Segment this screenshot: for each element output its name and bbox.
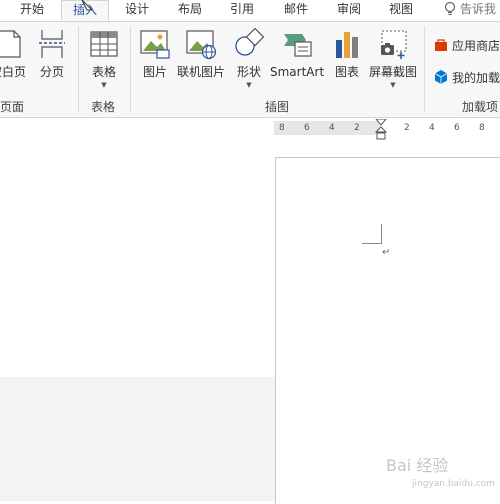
shapes-button[interactable]: 形状 ▼ [231,28,267,89]
online-picture-button[interactable]: 联机图片 [176,28,226,79]
blank-page-icon [0,30,21,58]
tab-references[interactable]: 引用 [220,0,264,21]
ruler-number: 4 [429,123,435,133]
document-gray-region [0,377,275,501]
table-label: 表格 [91,65,116,79]
smartart-icon [284,34,312,57]
smartart-label: SmartArt [270,65,325,79]
group-separator [424,26,425,112]
page-break-icon [39,30,65,58]
screenshot-icon [381,30,407,59]
tab-view[interactable]: 视图 [379,0,423,21]
picture-label: 图片 [142,65,167,79]
chart-label: 图表 [334,65,359,79]
mouse-cursor-icon [81,0,94,11]
shapes-icon [235,28,265,56]
screenshot-dropdown-icon: ▼ [390,81,396,89]
illustrations-group-label: 插图 [265,100,290,114]
picture-button[interactable]: 图片 [138,28,172,79]
store-button[interactable]: 应用商店 [433,37,500,54]
my-addins-icon [434,70,448,84]
chart-icon [336,32,358,58]
ruler-number: 8 [479,123,485,133]
shapes-label: 形状 [236,65,261,79]
margin-corner-mark [362,224,382,244]
my-addins-label: 我的加载 [452,71,500,85]
addins-group-label: 加载项 [462,100,499,114]
blank-page-label: 空白页 [0,65,26,79]
screenshot-button[interactable]: 屏幕截图 ▼ [368,28,418,89]
tell-me-box[interactable]: 告诉我 [443,0,496,21]
tab-review[interactable]: 审阅 [327,0,371,21]
ruler-number: 2 [354,123,360,133]
my-addins-button[interactable]: 我的加载 [433,69,500,86]
tab-mailings[interactable]: 邮件 [274,0,318,21]
page-break-label: 分页 [39,65,64,79]
store-label: 应用商店 [452,39,500,53]
ruler-number: 2 [404,123,410,133]
ruler-number: 6 [304,123,310,133]
ruler-number: 6 [454,123,460,133]
ruler-number: 8 [279,123,285,133]
table-dropdown-icon: ▼ [101,81,107,89]
blank-page-button[interactable]: 空白页 [0,28,30,79]
group-separator [78,26,79,112]
table-button[interactable]: 表格 ▼ [86,28,122,89]
table-icon [90,31,118,57]
pages-group-label: 页面 [0,100,25,114]
horizontal-ruler[interactable]: 8 6 4 2 2 4 6 8 [274,119,500,140]
watermark-url: jingyan.baidu.com [412,479,496,489]
online-picture-icon [186,30,217,60]
chart-button[interactable]: 图表 [330,28,364,79]
store-icon [435,39,447,51]
picture-icon [140,30,170,59]
smartart-button[interactable]: SmartArt [270,28,324,79]
online-picture-label: 联机图片 [176,65,225,79]
tell-me-text: 告诉我 [460,2,497,16]
ribbon-tab-bar: 开始 插入 设计 布局 引用 邮件 审阅 视图 告诉我 [0,0,500,22]
paragraph-mark: ↵ [382,247,391,258]
screenshot-label: 屏幕截图 [368,65,417,79]
ribbon-insert: 空白页 分页 页面 表格 ▼ 表格 图片 [0,22,500,118]
group-separator [130,26,131,112]
watermark-text: Bai 经验 [386,456,449,475]
page-break-button[interactable]: 分页 [34,28,70,79]
tab-layout[interactable]: 布局 [168,0,212,21]
ruler-number: 4 [329,123,335,133]
tab-home[interactable]: 开始 [10,0,54,21]
table-group-label: 表格 [91,100,116,114]
indent-marker-icon[interactable] [375,119,387,143]
shapes-dropdown-icon: ▼ [246,81,252,89]
lightbulb-icon [444,1,456,16]
tab-design[interactable]: 设计 [115,0,159,21]
